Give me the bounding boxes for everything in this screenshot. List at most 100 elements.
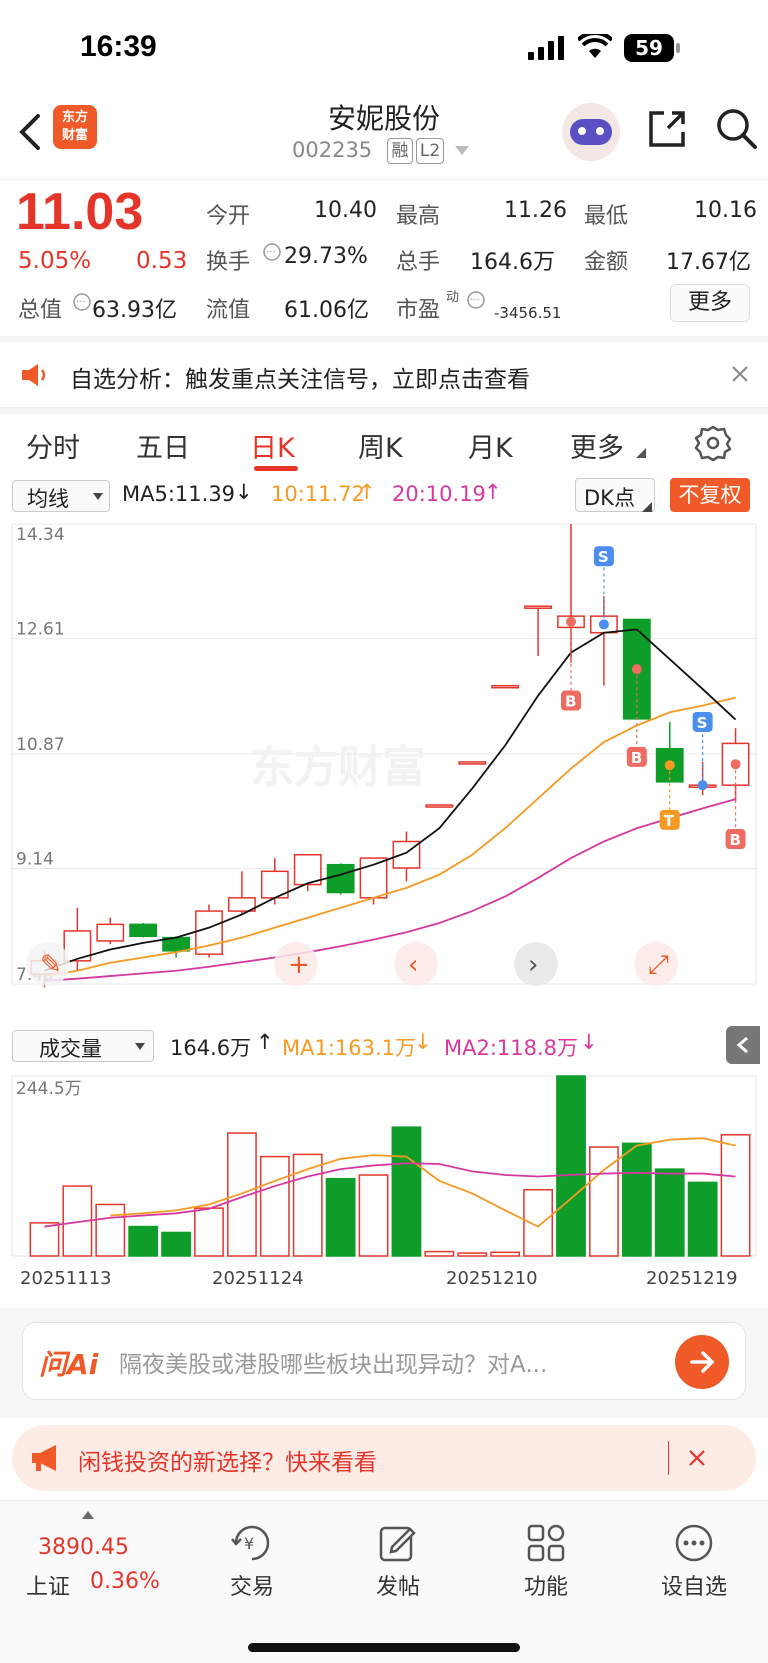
vol-ma1-arrow: ↓ <box>414 1030 432 1054</box>
ma10-label: 10:11.72 <box>271 482 365 506</box>
info-icon[interactable]: ··· <box>262 242 282 262</box>
volume-bar <box>95 1203 126 1257</box>
candlestick-chart[interactable]: 14.3412.6110.879.147.40东方财富BSBTSB✎+‹›⤢ <box>0 514 768 1002</box>
collapse-button[interactable] <box>726 1026 760 1064</box>
volume-bar <box>194 1207 224 1257</box>
ad-text: 闲钱投资的新选择？快来看看 <box>78 1450 377 1476</box>
svg-text:¥: ¥ <box>244 1534 254 1553</box>
float-value: 61.06亿 <box>284 298 369 323</box>
notice-text: 自选分析：触发重点关注信号，立即点击查看 <box>70 367 530 393</box>
bottom-item-function[interactable]: 功能 <box>486 1569 606 1601</box>
rong-badge: 融 <box>387 138 413 164</box>
add-icon: + <box>288 950 310 980</box>
close-icon[interactable] <box>688 1449 706 1467</box>
fuquan-button[interactable]: 不复权 <box>670 478 750 512</box>
bottom-item-post[interactable]: 发帖 <box>338 1569 458 1601</box>
info-icon[interactable]: ··· <box>72 292 92 312</box>
x-tick-label: 20251219 <box>646 1268 738 1289</box>
trade-icon[interactable]: ¥ <box>230 1523 274 1563</box>
high-label: 最高 <box>396 204 441 229</box>
tab-fenshi[interactable]: 分时 <box>26 426 80 465</box>
indicator-select[interactable]: 均线 <box>12 480 110 512</box>
kline-chart-area: 均线 MA5:11.39 ↓ 10:11.72 ↑ 20:10.19 ↑ DK点… <box>0 476 768 1306</box>
svg-text:···: ··· <box>470 295 480 306</box>
info-icon[interactable]: ··· <box>466 290 486 310</box>
volume-bar <box>654 1168 685 1257</box>
battery-icon: 59 <box>624 34 674 62</box>
volume-bar <box>424 1250 455 1257</box>
vol-ma1-label: MA1:163.1万 <box>282 1036 417 1060</box>
candle-body <box>326 863 355 894</box>
index-value[interactable]: 3890.45 <box>38 1535 129 1560</box>
ai-send-button[interactable] <box>675 1335 729 1389</box>
index-pct[interactable]: 0.36% <box>90 1569 160 1594</box>
arrow-right-icon <box>690 1351 715 1373</box>
index-name[interactable]: 上证 <box>26 1569 70 1601</box>
wifi-icon <box>578 34 612 58</box>
volume-bar <box>523 1188 553 1257</box>
gear-icon[interactable] <box>694 424 732 462</box>
open-value: 10.40 <box>314 198 377 223</box>
watermark-logo: 东方财富 <box>250 742 426 793</box>
dropdown-icon[interactable] <box>455 146 469 156</box>
volume-select-label: 成交量 <box>39 1037 102 1061</box>
x-tick-label: 20251113 <box>20 1268 112 1289</box>
volume-bar <box>720 1134 751 1257</box>
apps-icon[interactable] <box>526 1523 566 1563</box>
turnover-value: 29.73% <box>284 244 368 269</box>
signal-label: B <box>631 749 642 767</box>
ai-logo: 问Ai <box>39 1348 99 1381</box>
expand-icon: ⤢ <box>648 950 669 980</box>
indicator-select-label: 均线 <box>27 487 69 511</box>
volume-bar <box>556 1075 586 1257</box>
float-label: 流值 <box>206 298 251 323</box>
ma20-line <box>44 798 736 982</box>
ad-banner[interactable]: 闲钱投资的新选择？快来看看 <box>12 1425 756 1491</box>
tab-month-k[interactable]: 月K <box>468 426 513 465</box>
more-dots-icon[interactable] <box>674 1523 714 1563</box>
corner-arrow-icon <box>636 448 646 458</box>
volume-bar <box>161 1231 191 1257</box>
search-icon[interactable] <box>714 106 758 150</box>
status-bar: 16:39 59 <box>0 0 768 100</box>
post-icon[interactable] <box>378 1523 418 1563</box>
volume-value: 164.6万 <box>470 250 555 275</box>
corner-arrow-icon <box>642 502 652 512</box>
tab-week-k[interactable]: 周K <box>358 426 403 465</box>
volume-bar <box>391 1126 422 1257</box>
bottom-item-trade[interactable]: 交易 <box>192 1569 312 1601</box>
volume-label: 164.6万 <box>170 1036 252 1060</box>
chevron-down-icon <box>135 1043 145 1050</box>
x-tick-label: 20251210 <box>446 1268 538 1289</box>
period-tabs: 分时 五日 日K 周K 月K 更多 <box>0 412 768 476</box>
amount-value: 17.67亿 <box>666 250 751 275</box>
volume-indicator-select[interactable]: 成交量 <box>12 1030 154 1062</box>
status-time: 16:39 <box>80 30 157 63</box>
y-tick-label: 14.34 <box>16 525 65 545</box>
ai-input[interactable]: 问Ai 隔夜美股或港股哪些板块出现异动？对A... <box>22 1322 746 1400</box>
signal-label: B <box>730 831 741 849</box>
more-button[interactable]: 更多 <box>670 284 750 322</box>
amount-label: 金额 <box>584 250 629 275</box>
candle-body <box>425 804 454 808</box>
volume-arrow: ↑ <box>256 1030 274 1054</box>
bottom-item-watchlist[interactable]: 设自选 <box>634 1569 754 1601</box>
caret-up-icon <box>82 1511 94 1519</box>
volume-chart[interactable]: 244.5万 20251113 20251124 20251210 20251219 <box>0 1066 768 1306</box>
turnover-label: 换手 <box>206 250 251 275</box>
pe-label: 市盈 <box>396 298 441 323</box>
share-icon[interactable] <box>646 108 688 150</box>
signal-label: S <box>697 714 708 732</box>
y-tick-label: 12.61 <box>16 620 65 640</box>
low-label: 最低 <box>584 204 629 229</box>
stock-code: 002235 <box>292 138 373 162</box>
notice-bar[interactable]: 自选分析：触发重点关注信号，立即点击查看 <box>0 340 768 408</box>
robot-avatar[interactable] <box>562 103 620 161</box>
change-pct: 5.05% <box>18 248 92 274</box>
close-icon[interactable] <box>730 364 750 384</box>
tab-day-k[interactable]: 日K <box>250 426 295 465</box>
tab-more[interactable]: 更多 <box>570 426 624 465</box>
volume-bar <box>128 1225 159 1257</box>
candle-body <box>491 684 520 689</box>
tab-wuri[interactable]: 五日 <box>136 426 190 465</box>
